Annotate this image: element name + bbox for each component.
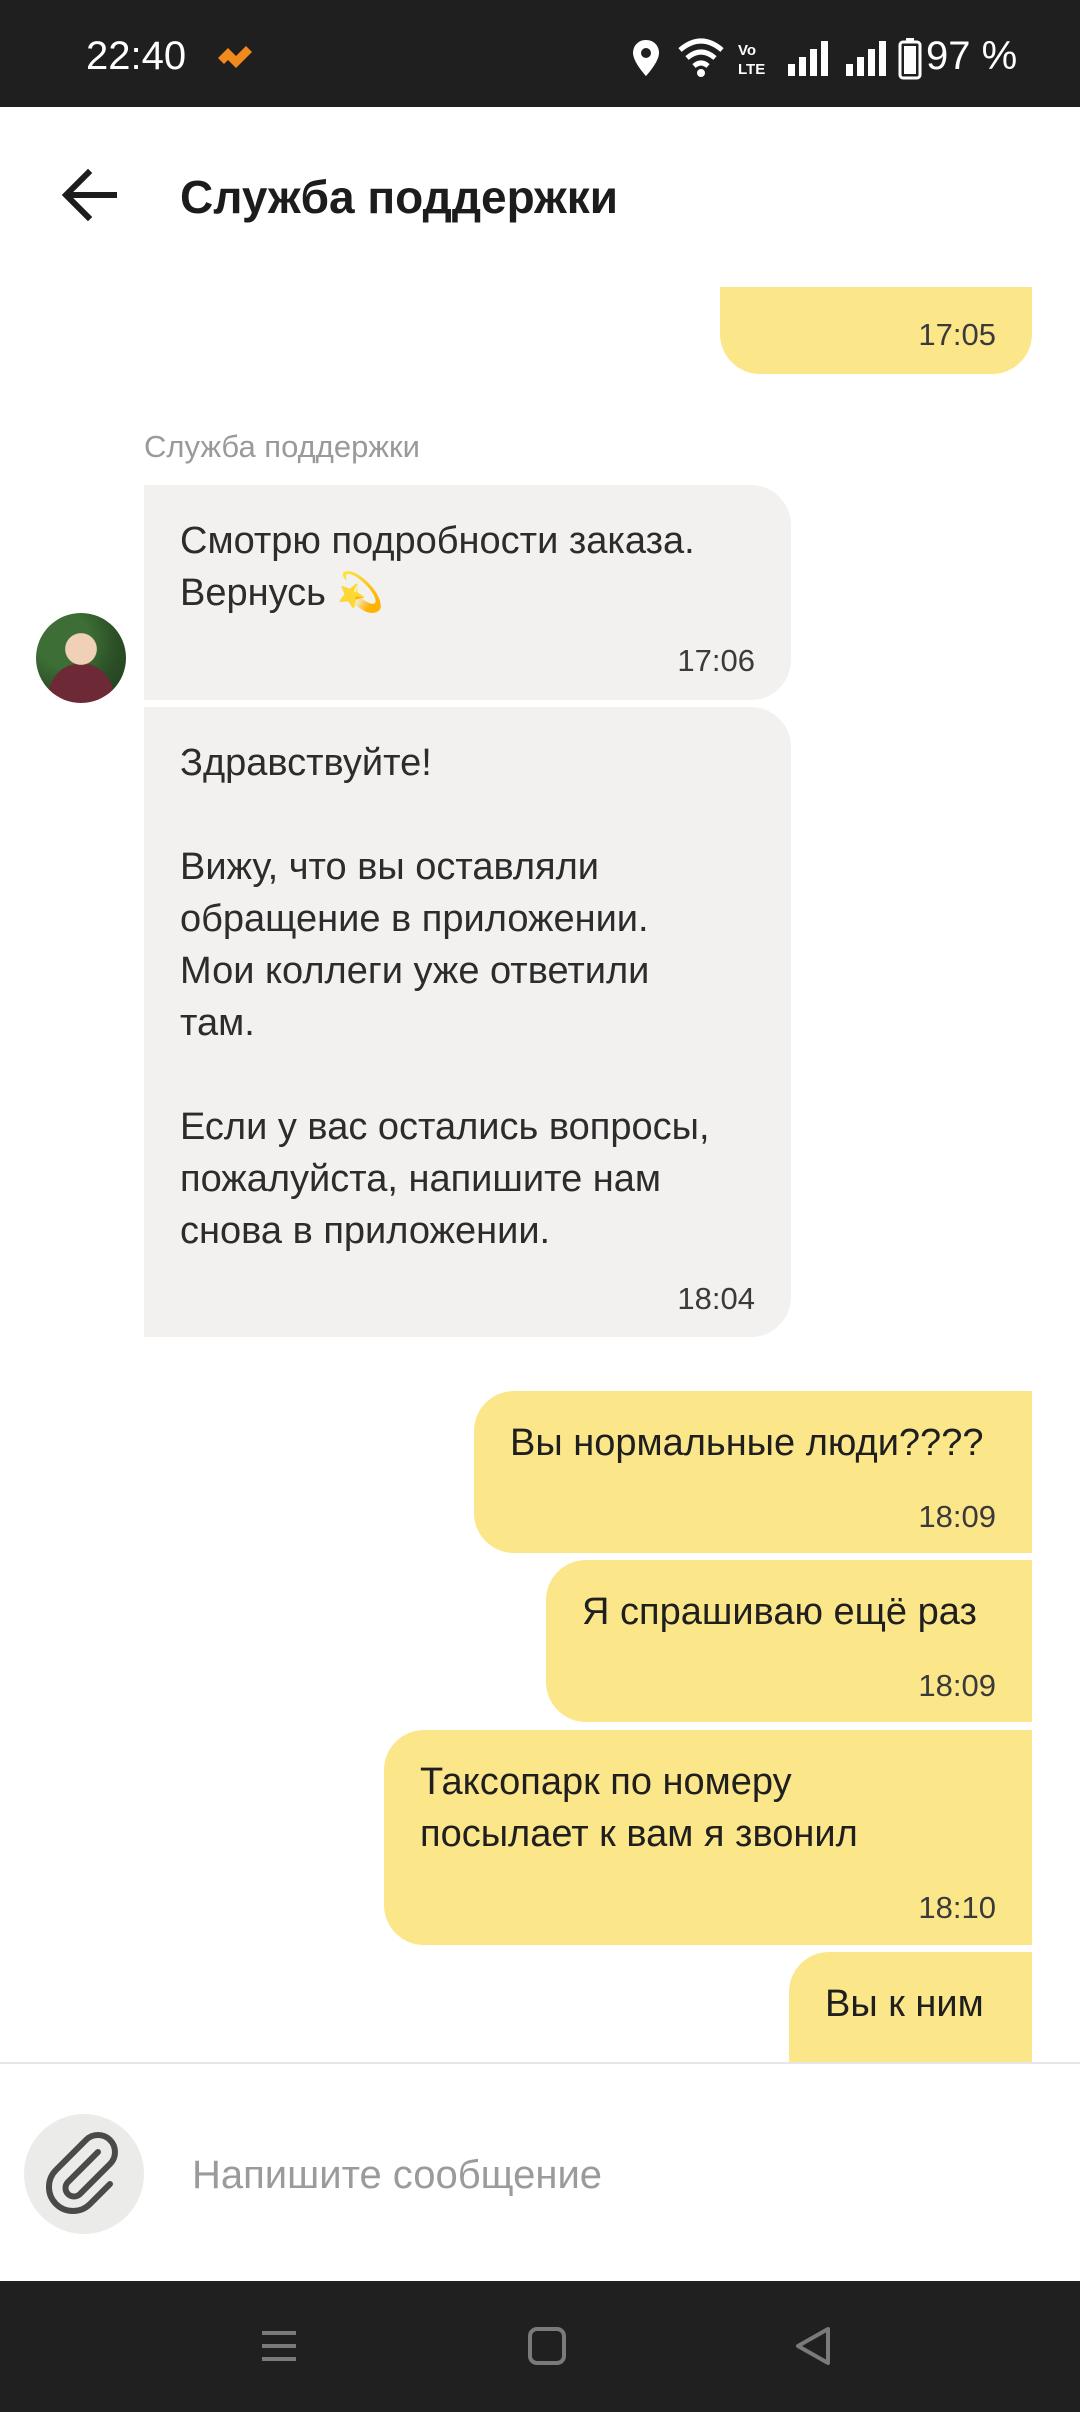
- agent-avatar[interactable]: [36, 613, 126, 703]
- back-button[interactable]: [54, 159, 126, 231]
- battery-percent: 97 %: [926, 34, 1018, 78]
- incoming-message[interactable]: Здравствуйте! Вижу, что вы оставляли обр…: [144, 707, 791, 1337]
- arrow-left-icon: [61, 168, 117, 222]
- message-time: 18:10: [918, 2052, 996, 2062]
- outgoing-message[interactable]: Вы к ним 18:10: [789, 1952, 1032, 2062]
- sender-name: Служба поддержки: [144, 429, 420, 464]
- message-composer: [0, 2062, 1080, 2281]
- menu-button[interactable]: [246, 2313, 312, 2379]
- message-time: 17:06: [677, 643, 755, 678]
- volte-icon: Vo LTE: [736, 40, 774, 80]
- system-back-button[interactable]: [780, 2313, 846, 2379]
- message-text: Здравствуйте! Вижу, что вы оставляли обр…: [180, 742, 710, 1252]
- outgoing-message[interactable]: 17:05: [720, 287, 1032, 374]
- home-button[interactable]: [514, 2313, 580, 2379]
- chat-messages[interactable]: 17:05 Служба поддержки Смотрю подробност…: [0, 287, 1080, 2062]
- attach-button[interactable]: [24, 2114, 144, 2234]
- paperclip-icon: [45, 2132, 118, 2215]
- home-icon: [528, 2327, 566, 2365]
- message-input[interactable]: [190, 2134, 1034, 2216]
- outgoing-message[interactable]: Я спрашиваю ещё раз 18:09: [546, 1560, 1032, 1722]
- page-title: Служба поддержки: [180, 171, 619, 223]
- message-text: Таксопарк по номеру посылает к вам я зво…: [420, 1761, 858, 1855]
- message-text: Вы к ним: [825, 1983, 984, 2025]
- message-time: 18:04: [677, 1281, 755, 1316]
- message-time: 18:09: [918, 1499, 996, 1534]
- location-icon: [630, 38, 662, 78]
- message-text: Вы нормальные люди????: [510, 1422, 984, 1464]
- status-bar: 22:40 Vo LTE 97 %: [0, 0, 1080, 107]
- message-time: 17:05: [918, 317, 996, 352]
- signal-icon: [844, 38, 890, 78]
- outgoing-message[interactable]: Таксопарк по номеру посылает к вам я зво…: [384, 1730, 1032, 1945]
- svg-text:LTE: LTE: [738, 61, 765, 78]
- wifi-icon: [678, 38, 724, 78]
- incoming-message[interactable]: Смотрю подробности заказа. Вернусь 💫 17:…: [144, 485, 791, 700]
- message-text: Смотрю подробности заказа. Вернусь 💫: [180, 520, 695, 614]
- message-time: 18:09: [918, 1668, 996, 1703]
- system-nav-bar: [0, 2281, 1080, 2412]
- chat-header: Служба поддержки: [0, 107, 1080, 287]
- status-time: 22:40: [86, 34, 187, 78]
- message-text: Я спрашиваю ещё раз: [582, 1591, 977, 1633]
- message-time: 18:10: [918, 1890, 996, 1925]
- svg-text:Vo: Vo: [738, 42, 756, 59]
- battery-icon: [898, 38, 922, 80]
- menu-icon: [262, 2331, 296, 2361]
- signal-icon: [786, 38, 832, 78]
- back-icon: [796, 2327, 830, 2365]
- outgoing-message[interactable]: Вы нормальные люди???? 18:09: [474, 1391, 1032, 1553]
- app-notification-icon: [214, 44, 254, 74]
